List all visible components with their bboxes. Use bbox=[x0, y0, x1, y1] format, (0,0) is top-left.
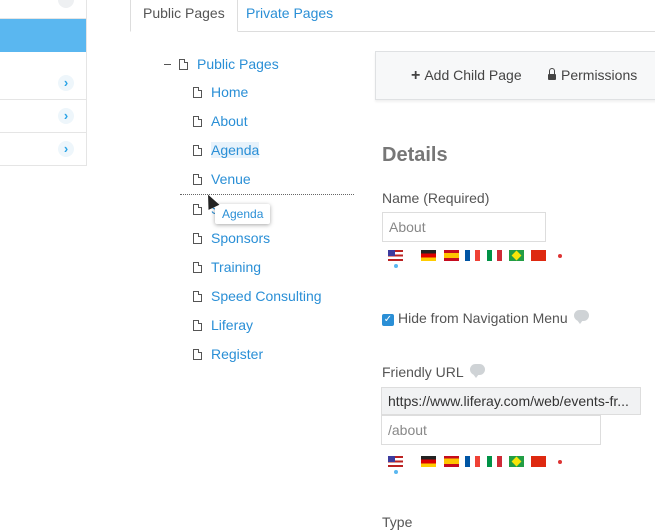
permissions-button[interactable]: Permissions bbox=[548, 52, 637, 99]
page-icon bbox=[193, 174, 202, 185]
flag-jp-icon[interactable] bbox=[553, 456, 568, 467]
chevron-right-icon[interactable]: › bbox=[58, 141, 74, 157]
tree-item-label[interactable]: Register bbox=[211, 346, 263, 362]
tree-item-label[interactable]: Training bbox=[211, 259, 261, 275]
flag-br-icon[interactable] bbox=[509, 456, 524, 467]
flag-de-icon[interactable] bbox=[421, 250, 436, 261]
chevron-icon[interactable] bbox=[58, 0, 74, 8]
collapse-icon[interactable] bbox=[164, 64, 171, 65]
selected-language-indicator bbox=[394, 264, 398, 268]
flag-jp-icon[interactable] bbox=[553, 250, 568, 261]
tree-item[interactable]: Sponsors bbox=[193, 229, 270, 247]
permissions-label: Permissions bbox=[561, 67, 638, 83]
page-icon bbox=[193, 262, 202, 273]
sidebar-row-active[interactable] bbox=[0, 19, 86, 52]
sidebar-row[interactable]: › bbox=[0, 100, 86, 133]
tree-item[interactable]: Home bbox=[193, 83, 248, 101]
add-child-page-button[interactable]: + Add Child Page bbox=[411, 52, 522, 99]
tree-item-label[interactable]: Sponsors bbox=[211, 230, 270, 246]
flag-us-icon[interactable] bbox=[388, 456, 403, 467]
add-child-page-label: Add Child Page bbox=[424, 67, 522, 83]
help-icon[interactable] bbox=[469, 364, 485, 378]
type-label: Type bbox=[382, 514, 413, 530]
tree-item[interactable]: Venue bbox=[193, 170, 251, 188]
details-heading: Details bbox=[382, 144, 448, 166]
sidebar: › › › bbox=[0, 0, 87, 166]
tree-root[interactable]: Public Pages bbox=[164, 56, 279, 74]
chevron-right-icon[interactable]: › bbox=[58, 75, 74, 91]
page-icon bbox=[193, 145, 202, 156]
tree-item-label[interactable]: Home bbox=[211, 84, 248, 100]
name-input[interactable]: About bbox=[382, 212, 546, 242]
tab-private-pages[interactable]: Private Pages bbox=[234, 0, 345, 31]
flag-it-icon[interactable] bbox=[487, 456, 502, 467]
sidebar-row[interactable]: › bbox=[0, 133, 86, 166]
flag-us-icon[interactable] bbox=[388, 250, 403, 261]
friendly-url-prefix: https://www.liferay.com/web/events-fr... bbox=[381, 387, 641, 415]
page-icon bbox=[193, 291, 202, 302]
tree-item-label[interactable]: Venue bbox=[211, 171, 251, 187]
page-icon bbox=[193, 204, 202, 215]
hide-navigation-text: Hide from Navigation Menu bbox=[398, 310, 568, 326]
tree-item-selected[interactable]: Agenda bbox=[193, 141, 260, 159]
flag-it-icon[interactable] bbox=[487, 250, 502, 261]
plus-icon: + bbox=[411, 67, 421, 84]
flag-fr-icon[interactable] bbox=[465, 456, 480, 467]
tree-item[interactable]: Liferay bbox=[193, 316, 253, 334]
tree-item-label[interactable]: Agenda bbox=[211, 142, 260, 158]
tree-item[interactable]: Training bbox=[193, 258, 261, 276]
page-icon bbox=[193, 233, 202, 244]
hide-navigation-label: Hide from Navigation Menu bbox=[398, 310, 589, 326]
tree-item-label[interactable]: Speed Consulting bbox=[211, 288, 322, 304]
tree-item[interactable]: About bbox=[193, 112, 248, 130]
chevron-right-icon[interactable]: › bbox=[58, 108, 74, 124]
tree-item[interactable]: Speed Consulting bbox=[193, 287, 322, 305]
help-icon[interactable] bbox=[573, 310, 589, 324]
page-icon bbox=[193, 116, 202, 127]
selected-language-indicator bbox=[394, 470, 398, 474]
hide-navigation-checkbox[interactable]: ✓ bbox=[382, 314, 394, 326]
page-icon bbox=[193, 87, 202, 98]
flag-br-icon[interactable] bbox=[509, 250, 524, 261]
friendly-url-label: Friendly URL bbox=[382, 364, 485, 380]
name-label: Name (Required) bbox=[382, 190, 490, 206]
lock-icon bbox=[548, 68, 556, 80]
flag-fr-icon[interactable] bbox=[465, 250, 480, 261]
page-icon bbox=[193, 320, 202, 331]
friendly-url-text: Friendly URL bbox=[382, 364, 464, 380]
tree-item-label[interactable]: Liferay bbox=[211, 317, 253, 333]
page-icon bbox=[193, 349, 202, 360]
page-tabs: Public Pages Private Pages bbox=[130, 0, 655, 32]
page-toolbar: + Add Child Page Permissions bbox=[375, 51, 655, 100]
flag-cn-icon[interactable] bbox=[531, 250, 546, 261]
tab-public-pages[interactable]: Public Pages bbox=[130, 0, 238, 32]
friendly-url-input[interactable]: /about bbox=[381, 415, 601, 445]
flag-es-icon[interactable] bbox=[444, 250, 459, 261]
tree-item-label[interactable]: About bbox=[211, 113, 248, 129]
flag-es-icon[interactable] bbox=[444, 456, 459, 467]
drag-tooltip: Agenda bbox=[215, 204, 271, 224]
sidebar-row[interactable] bbox=[0, 0, 86, 19]
page-icon bbox=[179, 59, 188, 70]
tree-root-label[interactable]: Public Pages bbox=[197, 56, 279, 72]
sidebar-row[interactable]: › bbox=[0, 67, 86, 100]
flag-de-icon[interactable] bbox=[421, 456, 436, 467]
flag-cn-icon[interactable] bbox=[531, 456, 546, 467]
tree-item[interactable]: Register bbox=[193, 345, 263, 363]
